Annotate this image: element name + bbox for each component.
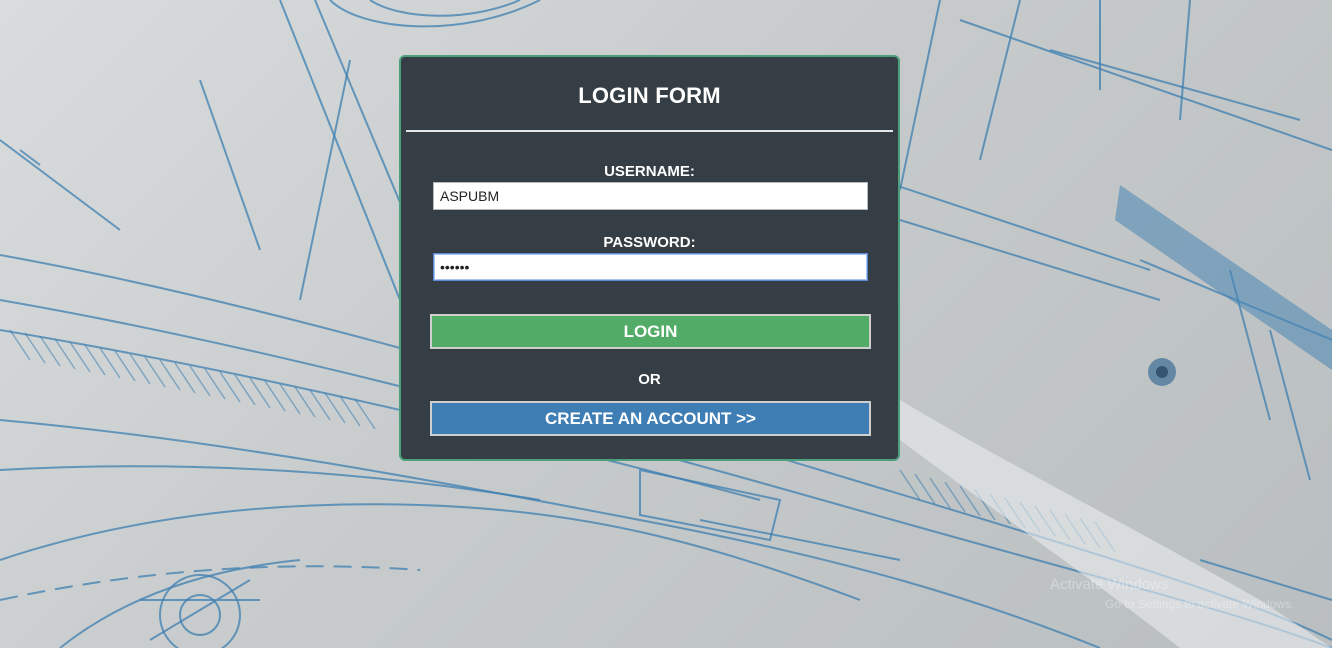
activate-windows-watermark: Activate Windows Go to Settings to activ… — [1050, 576, 1294, 611]
create-account-button[interactable]: CREATE AN ACCOUNT >> — [430, 401, 871, 436]
username-input[interactable] — [433, 182, 868, 210]
title-divider — [406, 130, 893, 132]
form-title: LOGIN FORM — [578, 83, 721, 108]
watermark-subtitle: Go to Settings to activate Windows. — [1105, 597, 1295, 611]
or-separator: OR — [638, 371, 661, 388]
password-label: PASSWORD: — [603, 234, 696, 251]
watermark-title: Activate Windows — [1050, 576, 1169, 593]
login-form-panel: LOGIN FORM USERNAME: PASSWORD: LOGIN OR … — [399, 55, 900, 461]
username-label: USERNAME: — [604, 163, 695, 180]
password-input[interactable] — [433, 253, 868, 281]
login-button[interactable]: LOGIN — [430, 314, 871, 349]
